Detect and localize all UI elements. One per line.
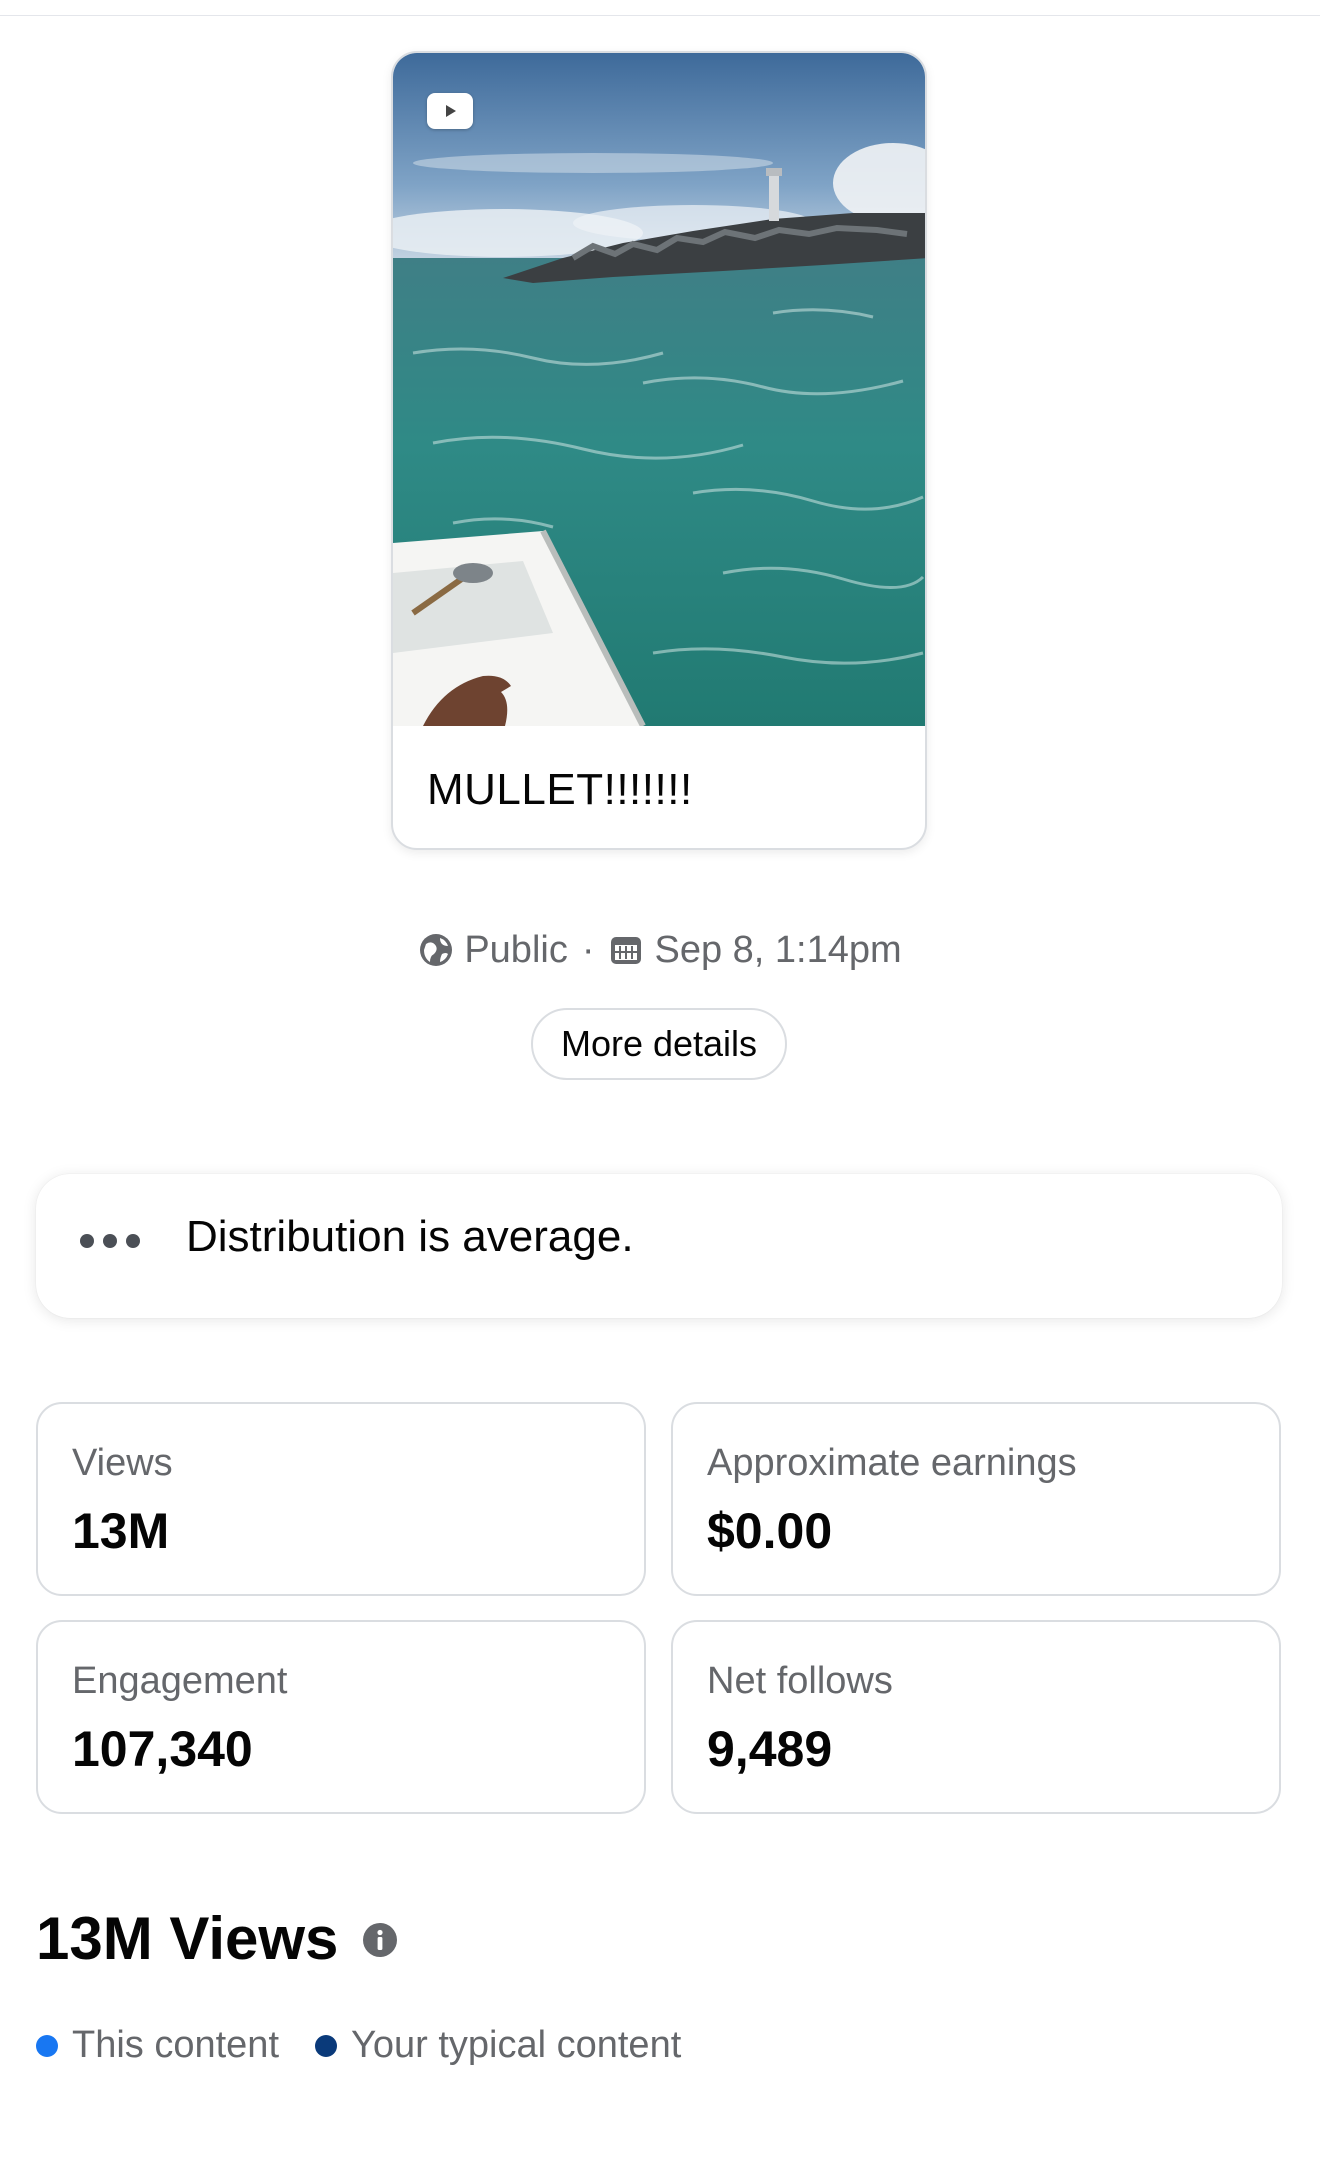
- stat-label: Views: [72, 1442, 173, 1484]
- stat-card-net-follows[interactable]: Net follows 9,489: [671, 1620, 1281, 1814]
- legend-label: Your typical content: [351, 2024, 682, 2066]
- audience-label: Public: [464, 928, 568, 971]
- stat-value: $0.00: [707, 1503, 833, 1559]
- legend-swatch: [315, 2034, 337, 2057]
- video-play-icon: [427, 93, 473, 129]
- distribution-text: Distribution is average.: [186, 1212, 634, 1261]
- stat-card-earnings[interactable]: Approximate earnings $0.00: [671, 1402, 1281, 1596]
- video-thumbnail[interactable]: [393, 53, 925, 726]
- stat-label: Approximate earnings: [707, 1442, 1077, 1484]
- legend-item-this-content[interactable]: This content: [36, 2024, 279, 2067]
- distribution-card[interactable]: Distribution is average.: [36, 1174, 1282, 1318]
- more-details-button[interactable]: More details: [531, 1008, 787, 1080]
- post-caption: MULLET!!!!!!!: [427, 765, 693, 814]
- post-date: Sep 8, 1:14pm: [654, 928, 902, 971]
- stat-label: Net follows: [707, 1660, 893, 1702]
- calendar-icon: [608, 932, 644, 968]
- meta-separator: ·: [581, 928, 595, 971]
- stat-value: 13M: [72, 1503, 170, 1559]
- legend-swatch: [36, 2034, 58, 2057]
- stat-value: 107,340: [72, 1721, 253, 1777]
- legend-label: This content: [72, 2024, 279, 2066]
- views-section-title: 13M Views: [36, 1905, 339, 1972]
- stat-card-engagement[interactable]: Engagement 107,340: [36, 1620, 646, 1814]
- post-preview-card[interactable]: MULLET!!!!!!!: [391, 51, 927, 850]
- info-icon[interactable]: [362, 1922, 398, 1958]
- stat-card-views[interactable]: Views 13M: [36, 1402, 646, 1596]
- post-meta-row: Public · Sep 8, 1:14pm: [0, 922, 1320, 978]
- chart-legend: This content Your typical content: [36, 2024, 717, 2067]
- top-divider: [0, 0, 1320, 16]
- globe-icon: [418, 932, 454, 968]
- more-dots-icon: [80, 1234, 140, 1248]
- stat-label: Engagement: [72, 1660, 288, 1702]
- legend-item-typical-content[interactable]: Your typical content: [315, 2024, 681, 2067]
- stat-value: 9,489: [707, 1721, 833, 1777]
